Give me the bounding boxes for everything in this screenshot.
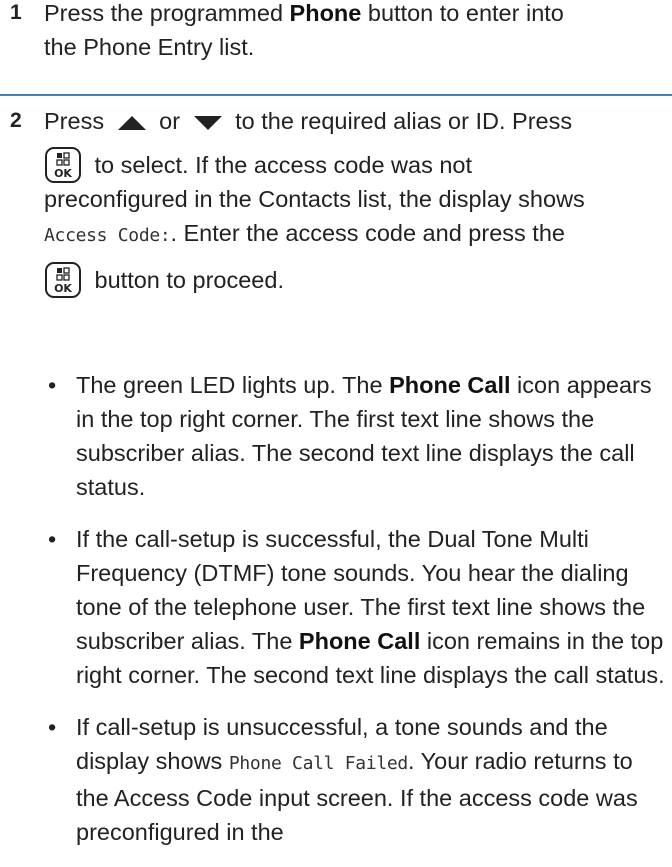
step-2-p2-b: preconfigured in the Contacts list, the … (44, 186, 585, 212)
step-2-text: Press or to the required alias or ID. Pr… (44, 104, 670, 298)
triangle-down-icon (193, 115, 222, 130)
step-2-number: 2 (10, 109, 22, 132)
bullet-2-bold: Phone Call (298, 628, 421, 654)
list-item: • The green LED lights up. The Phone Cal… (44, 368, 670, 504)
step-1-text-c: the Phone Entry list. (44, 34, 255, 60)
phone-bold: Phone (289, 0, 362, 26)
step-2-p1-a: Press (44, 108, 111, 134)
bullet-1-bold: Phone Call (389, 372, 511, 398)
step-2-p2-c: . Enter the access code and press the (170, 220, 565, 246)
step-2-paragraph-1: Press or to the required alias or ID. Pr… (44, 104, 670, 138)
access-code-display: Access Code: (44, 225, 171, 246)
step-2-paragraph-3: OK button to proceed. (44, 259, 670, 298)
step-2-p1-or: or (152, 108, 187, 134)
triangle-up-icon (117, 115, 146, 130)
step-1-text: Press the programmed Phone button to ent… (44, 0, 670, 64)
phone-call-failed-display: Phone Call Failed (228, 753, 408, 774)
result-list: • The green LED lights up. The Phone Cal… (44, 368, 670, 867)
step-1-number: 1 (10, 1, 22, 24)
list-item: • If the call-setup is successful, the D… (44, 522, 670, 692)
step-2-paragraph-2: OK to select. If the access code was not… (44, 144, 670, 253)
step-1-text-a: Press the programmed (44, 0, 290, 26)
step-2-p3-a: button to proceed. (88, 267, 284, 293)
bullet-dot: • (48, 526, 57, 552)
bullet-dot: • (48, 714, 57, 740)
section-divider (0, 94, 672, 96)
step-2-p1-b: to the required alias or ID. Press (228, 108, 573, 134)
bullet-1-text-a: The green LED lights up. The (76, 372, 390, 398)
step-1-text-b: button to enter into (361, 0, 564, 26)
list-item: • If call-setup is unsuccessful, a tone … (44, 710, 670, 849)
bullet-dot: • (48, 372, 57, 398)
menu-ok-key-icon: OK (45, 262, 81, 298)
step-2-p2-a: to select. If the access code was not (88, 152, 473, 178)
ok-label: OK (54, 167, 72, 180)
ok-label: OK (54, 282, 72, 295)
menu-ok-key-icon: OK (45, 147, 81, 183)
